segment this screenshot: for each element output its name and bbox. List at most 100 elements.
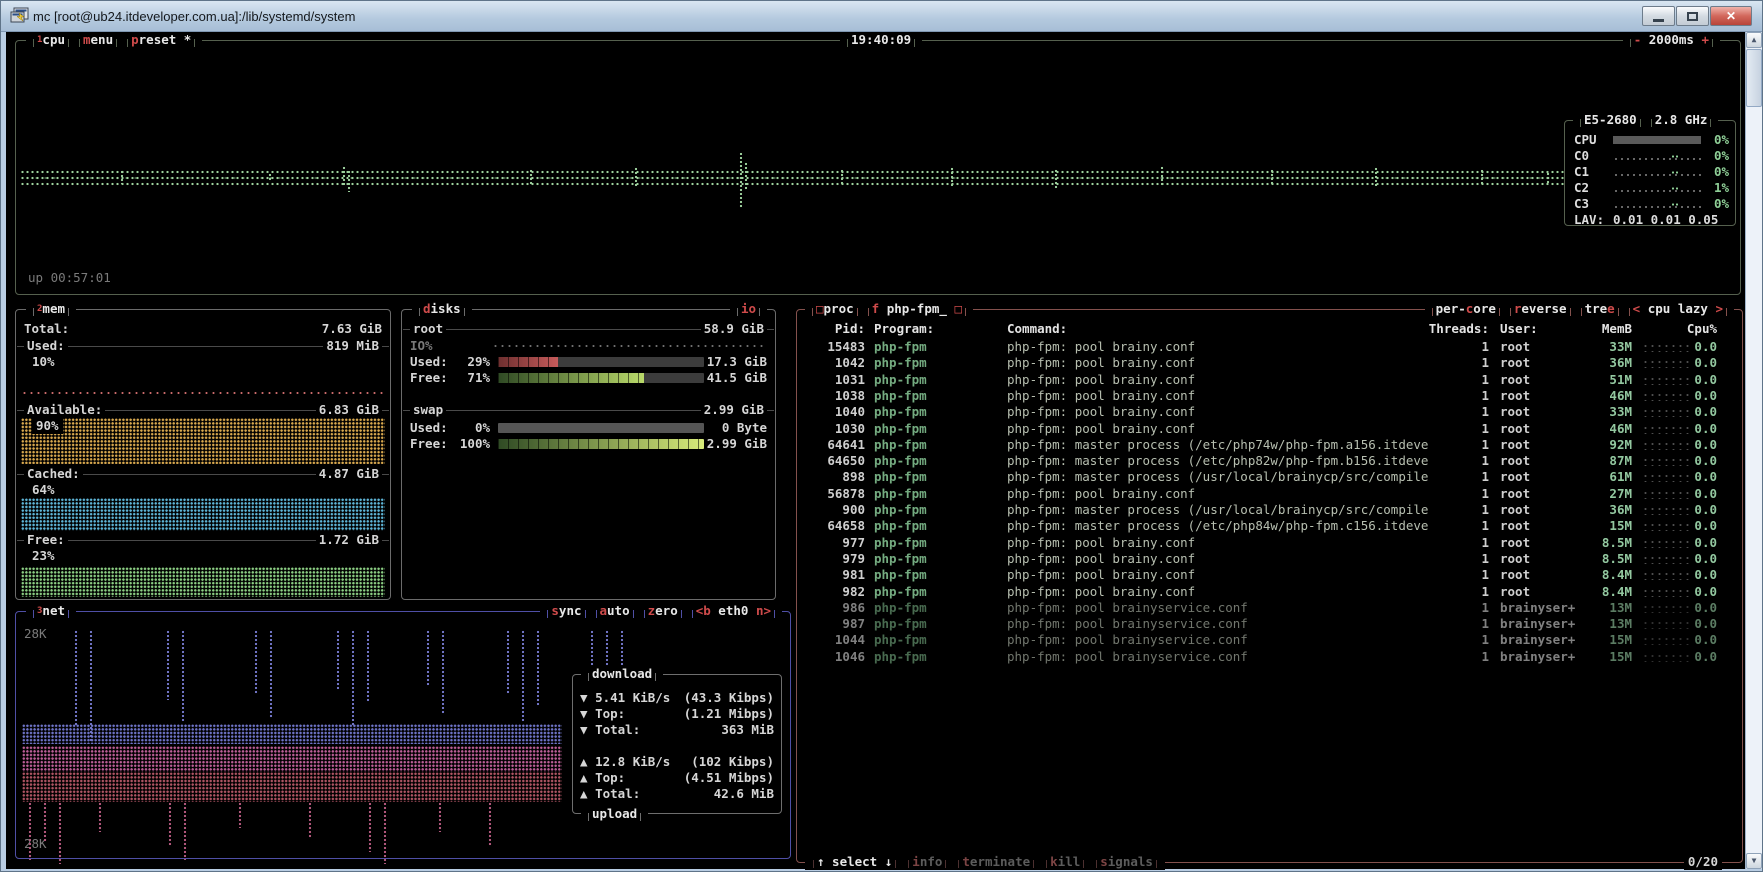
col-user[interactable]: User: <box>1500 321 1538 337</box>
proc-row[interactable]: 982php-fpmphp-fpm: pool brainy.conf1root… <box>797 584 1742 600</box>
iface-next-icon[interactable]: n> <box>756 603 771 619</box>
sort-selector[interactable]: < cpu lazy > <box>1624 301 1732 317</box>
proc-mem: 13M <box>1562 616 1632 632</box>
core-percent: 0% <box>1714 164 1729 180</box>
proc-row[interactable]: 898php-fpmphp-fpm: master process (/usr/… <box>797 469 1742 485</box>
proc-mem: 15M <box>1562 649 1632 665</box>
proc-row[interactable]: 1046php-fpmphp-fpm: pool brainyservice.c… <box>797 649 1742 665</box>
net-interface-switcher[interactable]: <b eth0 n> <box>687 603 780 619</box>
proc-row[interactable]: 1040php-fpmphp-fpm: pool brainy.conf1roo… <box>797 404 1742 420</box>
proc-row[interactable]: 1042php-fpmphp-fpm: pool brainy.conf1roo… <box>797 355 1742 371</box>
col-threads[interactable]: Threads: <box>1402 321 1489 337</box>
cpu-usage-graph <box>20 168 1565 188</box>
info-button[interactable]: info <box>902 854 952 870</box>
download-total-value: 363 MiB <box>721 722 774 738</box>
col-command[interactable]: Command: <box>1007 321 1067 337</box>
filter-clear-icon[interactable]: □ <box>954 301 962 317</box>
proc-row[interactable]: 1044php-fpmphp-fpm: pool brainyservice.c… <box>797 632 1742 648</box>
proc-row[interactable]: 64641php-fpmphp-fpm: master process (/et… <box>797 437 1742 453</box>
proc-row[interactable]: 15483php-fpmphp-fpm: pool brainy.conf1ro… <box>797 339 1742 355</box>
proc-row[interactable]: 56878php-fpmphp-fpm: pool brainy.conf1ro… <box>797 486 1742 502</box>
close-button[interactable]: ✕ <box>1710 6 1752 26</box>
mem-box-label: mem <box>42 301 65 317</box>
interval-increase-icon[interactable]: + <box>1701 32 1709 48</box>
download-arrow-icon: ▼ <box>580 722 588 737</box>
proc-row[interactable]: 977php-fpmphp-fpm: pool brainy.conf1root… <box>797 535 1742 551</box>
proc-mem: 92M <box>1562 437 1632 453</box>
mem-available-graph <box>21 418 385 464</box>
reverse-toggle[interactable]: reverse <box>1505 301 1576 317</box>
maximize-icon <box>1687 12 1698 21</box>
iface-name: eth0 <box>711 603 756 619</box>
proc-row[interactable]: 1030php-fpmphp-fpm: pool brainy.conf1roo… <box>797 421 1742 437</box>
mem-cached-value: 4.87 GiB <box>316 466 382 482</box>
button-label: ignals <box>1108 854 1153 870</box>
col-mem[interactable]: MemB <box>1562 321 1632 337</box>
proc-row[interactable]: 986php-fpmphp-fpm: pool brainyservice.co… <box>797 600 1742 616</box>
proc-row[interactable]: 987php-fpmphp-fpm: pool brainyservice.co… <box>797 616 1742 632</box>
terminal-scrollbar[interactable]: ▲ ▼ <box>1745 32 1762 869</box>
proc-command: php-fpm: pool brainyservice.conf <box>1007 649 1248 665</box>
hotkey-letter: r <box>1514 301 1522 317</box>
terminate-button[interactable]: terminate <box>952 854 1040 870</box>
menu-button[interactable]: menu <box>74 32 122 48</box>
disk-used-percent: 29% <box>454 354 490 370</box>
core-label: CPU <box>1574 132 1597 148</box>
scrollbar-thumb[interactable] <box>1746 49 1762 107</box>
button-label: ill <box>1058 854 1081 870</box>
window-titlebar[interactable]: mc [root@ub24.itdeveloper.com.ua]:/lib/s… <box>1 1 1762 32</box>
download-speed: 5.41 KiB/s <box>595 690 670 705</box>
select-button[interactable]: ↑ select ↓ <box>807 854 902 870</box>
core-percent: 0% <box>1714 148 1729 164</box>
window-title: mc [root@ub24.itdeveloper.com.ua]:/lib/s… <box>33 9 355 24</box>
tree-toggle[interactable]: tree <box>1576 301 1624 317</box>
upload-speed: 12.8 KiB/s <box>595 754 670 769</box>
filter-text: php-fpm_ <box>879 301 954 317</box>
interval-decrease-icon[interactable]: - <box>1634 32 1642 48</box>
col-program[interactable]: Program: <box>874 321 934 337</box>
proc-row[interactable]: 981php-fpmphp-fpm: pool brainy.conf1root… <box>797 567 1742 583</box>
kill-button[interactable]: kill <box>1040 854 1090 870</box>
proc-row[interactable]: 979php-fpmphp-fpm: pool brainy.conf1root… <box>797 551 1742 567</box>
maximize-button[interactable] <box>1676 6 1709 26</box>
scroll-up-icon[interactable]: ▲ <box>1746 32 1762 48</box>
proc-row[interactable]: 64650php-fpmphp-fpm: master process (/et… <box>797 453 1742 469</box>
update-interval-control[interactable]: - 2000ms + <box>1625 32 1718 48</box>
iface-prev-icon[interactable]: <b <box>696 603 711 619</box>
col-pid[interactable]: Pid: <box>805 321 865 337</box>
sort-next-icon[interactable]: > <box>1715 301 1723 317</box>
mem-cached-percent: 64% <box>32 482 55 498</box>
hotkey-letter: s <box>1100 854 1108 870</box>
proc-threads: 1 <box>1402 372 1489 388</box>
net-sync-button[interactable]: sync <box>542 603 590 619</box>
disk-root-size: 58.9 GiB <box>701 321 767 337</box>
proc-box: □proc f php-fpm_ □ per-core reverse tree… <box>796 309 1743 863</box>
proc-row[interactable]: 1031php-fpmphp-fpm: pool brainy.conf1roo… <box>797 372 1742 388</box>
mem-free-label: Free: <box>24 532 68 548</box>
percore-toggle[interactable]: per-core <box>1427 301 1505 317</box>
proc-row[interactable]: 1038php-fpmphp-fpm: pool brainy.conf1roo… <box>797 388 1742 404</box>
scroll-down-icon[interactable]: ▼ <box>1746 853 1762 869</box>
net-scale-top: 28K <box>24 626 47 642</box>
select-up-icon[interactable]: ↑ <box>817 854 825 870</box>
proc-filter-input[interactable]: f php-fpm_ □ <box>863 301 971 317</box>
proc-user: root <box>1500 486 1530 502</box>
mem-free-graph <box>21 567 385 597</box>
sort-prev-icon[interactable]: < <box>1633 301 1641 317</box>
proc-mem: 33M <box>1562 339 1632 355</box>
proc-threads: 1 <box>1402 502 1489 518</box>
signals-button[interactable]: signals <box>1090 854 1163 870</box>
disk-free-bar <box>498 373 704 383</box>
proc-row[interactable]: 900php-fpmphp-fpm: master process (/usr/… <box>797 502 1742 518</box>
button-label: erminate <box>970 854 1030 870</box>
minimize-button[interactable] <box>1642 6 1675 26</box>
net-zero-button[interactable]: zero <box>639 603 687 619</box>
select-down-icon[interactable]: ↓ <box>885 854 893 870</box>
io-mode-button[interactable]: io <box>732 301 765 317</box>
proc-threads: 1 <box>1402 535 1489 551</box>
net-auto-button[interactable]: auto <box>591 603 639 619</box>
col-cpu[interactable]: Cpu% <box>1657 321 1717 337</box>
preset-button[interactable]: preset * <box>122 32 200 48</box>
proc-command: php-fpm: master process (/usr/local/brai… <box>1007 502 1428 518</box>
proc-row[interactable]: 64658php-fpmphp-fpm: master process (/et… <box>797 518 1742 534</box>
